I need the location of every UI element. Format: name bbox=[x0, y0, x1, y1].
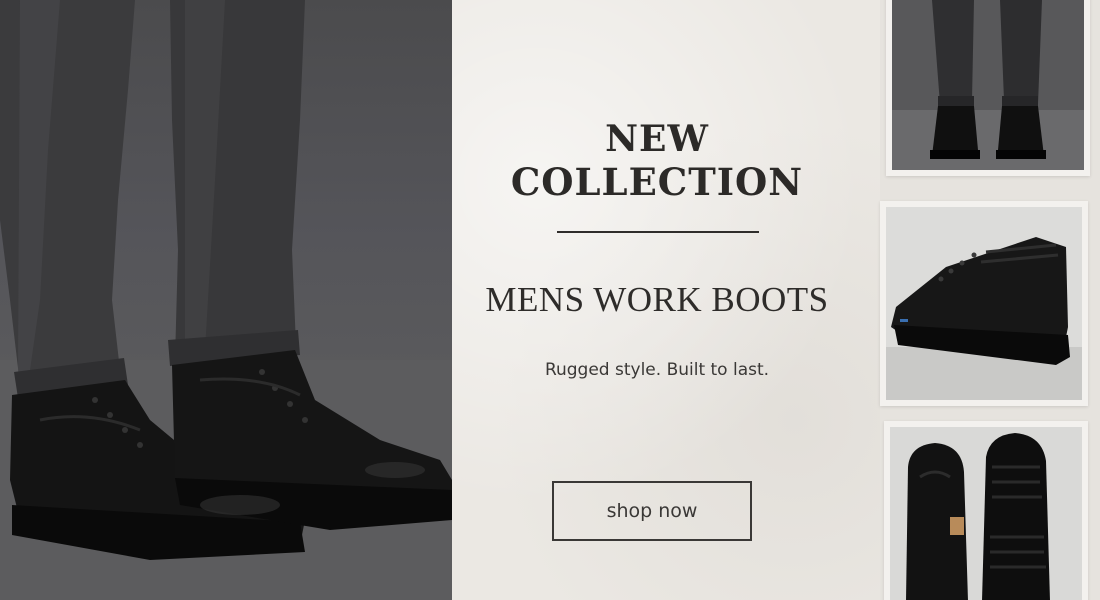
hero-photo bbox=[0, 0, 452, 600]
headline-collection: COLLECTION bbox=[510, 160, 804, 204]
boots-top-and-sole-image bbox=[890, 427, 1082, 600]
thumbnail-side-view[interactable] bbox=[880, 201, 1088, 406]
promo-panel: NEW COLLECTION MENS WORK BOOTS Rugged st… bbox=[452, 0, 880, 600]
collection-subtitle: MENS WORK BOOTS bbox=[485, 280, 829, 319]
tagline-text: Rugged style. Built to last. bbox=[544, 360, 770, 380]
thumbnail-front-view[interactable] bbox=[886, 0, 1090, 176]
thumbnail-rail bbox=[880, 0, 1100, 600]
shop-now-button[interactable]: shop now bbox=[552, 481, 752, 541]
boots-front-view-image bbox=[892, 0, 1084, 170]
boot-side-view-image bbox=[886, 207, 1082, 400]
boots-on-model-illustration bbox=[0, 0, 452, 600]
headline-new: NEW bbox=[605, 118, 709, 160]
divider-line bbox=[557, 231, 759, 233]
thumbnail-top-view[interactable] bbox=[884, 421, 1088, 600]
